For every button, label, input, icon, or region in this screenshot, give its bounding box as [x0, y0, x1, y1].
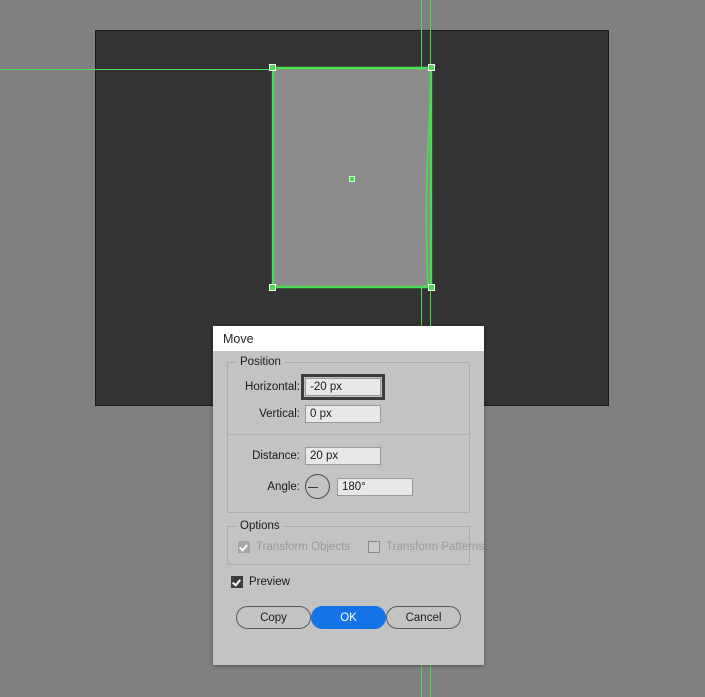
ok-button[interactable]: OK	[311, 606, 386, 629]
horizontal-label: Horizontal:	[245, 381, 300, 393]
distance-label: Distance:	[252, 450, 300, 462]
options-group-legend: Options	[236, 520, 284, 532]
position-group: Position Horizontal: Vertical: Distance:…	[227, 356, 470, 513]
vertical-input[interactable]	[305, 405, 381, 423]
options-row: Transform Objects Transform Patterns	[238, 541, 484, 553]
horizontal-input[interactable]	[301, 374, 385, 400]
shape-center-point	[349, 176, 355, 182]
checkbox-checked-icon	[238, 541, 250, 553]
transform-objects-checkbox[interactable]: Transform Objects	[238, 541, 350, 553]
transform-patterns-checkbox[interactable]: Transform Patterns	[368, 541, 484, 553]
vertical-field-row: Vertical:	[238, 405, 459, 423]
position-group-legend: Position	[236, 356, 285, 368]
angle-needle-icon	[308, 486, 318, 488]
preview-checkbox[interactable]: Preview	[227, 576, 470, 588]
angle-field-row: Angle:	[238, 474, 459, 499]
anchor-handle-top-right[interactable]	[428, 64, 435, 71]
transform-patterns-label: Transform Patterns	[386, 541, 485, 553]
anchor-handle-bottom-left[interactable]	[269, 284, 276, 291]
anchor-handle-top-left[interactable]	[269, 64, 276, 71]
distance-field-row: Distance:	[238, 447, 459, 465]
transform-objects-label: Transform Objects	[256, 541, 351, 553]
dialog-body: Position Horizontal: Vertical: Distance:…	[213, 351, 484, 629]
angle-label: Angle:	[267, 480, 300, 493]
checkbox-unchecked-icon	[368, 541, 381, 553]
move-dialog: Move Position Horizontal: Vertical: Dist…	[213, 326, 484, 665]
distance-input[interactable]	[305, 447, 381, 465]
dialog-titlebar: Move	[213, 326, 484, 351]
horizontal-field-row: Horizontal:	[238, 374, 459, 400]
angle-input[interactable]	[337, 477, 413, 496]
preview-label: Preview	[249, 576, 290, 588]
application-workspace: Move Position Horizontal: Vertical: Dist…	[0, 0, 705, 697]
copy-button[interactable]: Copy	[236, 606, 311, 629]
anchor-handle-bottom-right[interactable]	[428, 284, 435, 291]
cancel-button[interactable]: Cancel	[386, 606, 461, 629]
options-group: Options Transform Objects Transform Patt…	[227, 520, 484, 565]
position-group-divider	[228, 434, 469, 435]
angle-dial-icon[interactable]	[305, 474, 330, 499]
dialog-title: Move	[223, 331, 254, 346]
dialog-button-bar: Copy OK Cancel	[227, 606, 470, 629]
vertical-label: Vertical:	[259, 408, 300, 420]
checkbox-checked-icon	[231, 576, 243, 588]
